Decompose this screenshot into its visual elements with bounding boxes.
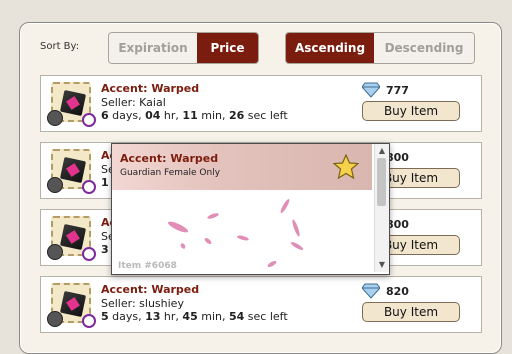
sort-expiration-button[interactable]: Expiration — [109, 33, 197, 63]
scroll-down-arrow-icon[interactable]: ▼ — [377, 260, 387, 270]
item-name: Accent: Warped — [101, 283, 200, 296]
listing-row: Accent: Warped Seller: Kaial 6 days, 04 … — [40, 75, 482, 132]
scrollbar-thumb[interactable] — [377, 158, 386, 206]
item-preview-tooltip: Accent: Warped Guardian Female Only Item… — [111, 143, 390, 275]
accent-item-icon — [59, 156, 87, 184]
buy-item-button[interactable]: Buy Item — [362, 101, 460, 121]
female-icon — [82, 247, 96, 261]
sort-ascending-button[interactable]: Ascending — [286, 33, 374, 63]
accent-item-icon — [59, 290, 87, 318]
tooltip-title: Accent: Warped — [120, 152, 219, 165]
tooltip-restriction: Guardian Female Only — [120, 168, 221, 178]
diamond-icon — [362, 283, 380, 299]
seller-name: Seller: Kaial — [101, 96, 166, 109]
accent-item-icon — [59, 89, 87, 117]
time-left: 5 days, 13 hr, 45 min, 54 sec left — [101, 310, 288, 323]
lock-icon — [47, 311, 63, 327]
sort-order-toggle: Ascending Descending — [285, 32, 475, 64]
lock-icon — [47, 177, 63, 193]
sort-field-toggle: Expiration Price — [108, 32, 259, 64]
item-thumbnail[interactable] — [47, 283, 96, 328]
lock-icon — [47, 110, 63, 126]
time-left: 3 — [101, 243, 109, 256]
listing-row: Accent: Warped Seller: slushiey 5 days, … — [40, 276, 482, 333]
time-left: 6 days, 04 hr, 11 min, 26 sec left — [101, 109, 288, 122]
lock-icon — [47, 244, 63, 260]
star-icon[interactable] — [333, 154, 359, 180]
item-thumbnail[interactable] — [47, 216, 96, 261]
sort-by-label: Sort By: — [40, 41, 80, 52]
item-price: 777 — [386, 84, 409, 97]
item-thumbnail[interactable] — [47, 82, 96, 127]
item-price: 820 — [386, 285, 409, 298]
buy-item-button[interactable]: Buy Item — [362, 302, 460, 322]
time-left: 1 — [101, 176, 109, 189]
diamond-icon — [362, 82, 380, 98]
tooltip-scrollbar[interactable]: ▲ ▼ — [374, 144, 389, 272]
seller-name: Seller: slushiey — [101, 297, 184, 310]
item-thumbnail[interactable] — [47, 149, 96, 194]
female-icon — [82, 314, 96, 328]
sort-descending-button[interactable]: Descending — [374, 33, 474, 63]
female-icon — [82, 180, 96, 194]
accent-item-icon — [59, 223, 87, 251]
scroll-up-arrow-icon[interactable]: ▲ — [377, 146, 387, 156]
item-number: Item #6068 — [118, 261, 177, 271]
sort-price-button[interactable]: Price — [197, 33, 258, 63]
item-name: Accent: Warped — [101, 82, 200, 95]
female-icon — [82, 113, 96, 127]
